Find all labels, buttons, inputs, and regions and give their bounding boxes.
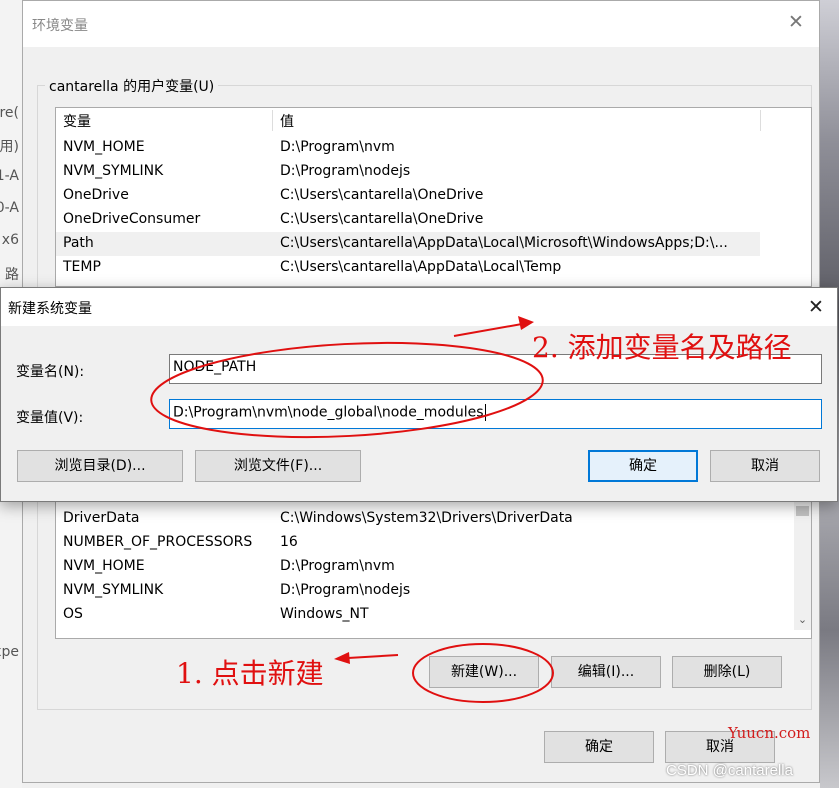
variable-value-value: D:\Program\nvm\node_global\node_modules: [173, 404, 484, 421]
variable-value-label: 变量值(V):: [16, 410, 84, 426]
variable-value: D:\Program\nodejs: [280, 582, 411, 598]
text-caret: [484, 404, 486, 421]
bg-text-fragment: 01-A: [0, 168, 19, 184]
table-row[interactable]: OneDrive C:\Users\cantarella\OneDrive: [56, 184, 811, 208]
dialog-title: 新建系统变量: [8, 301, 92, 317]
bg-text-fragment: 路: [5, 267, 19, 283]
user-variables-group-label: cantarella 的用户变量(U): [45, 76, 219, 96]
table-row[interactable]: NVM_HOME D:\Program\nvm: [56, 136, 811, 160]
variable-name-value: NODE_PATH: [173, 359, 257, 375]
variable-name: DriverData: [63, 510, 140, 526]
variable-name: OneDriveConsumer: [63, 211, 201, 227]
watermark-credit: CSDN @cantarella: [666, 762, 793, 779]
table-row-selected[interactable]: Path C:\Users\cantarella\AppData\Local\M…: [56, 232, 760, 256]
variable-value: C:\Users\cantarella\OneDrive: [280, 211, 484, 227]
window-titlebar: 环境变量 ✕: [23, 1, 819, 47]
table-row[interactable]: NUMBER_OF_PROCESSORS 16: [56, 531, 811, 555]
browse-directory-button[interactable]: 浏览目录(D)...: [17, 450, 183, 482]
table-row[interactable]: OneDriveConsumer C:\Users\cantarella\One…: [56, 208, 811, 232]
variable-name: OS: [63, 606, 83, 622]
bg-text-fragment: ore(: [0, 105, 19, 121]
variable-value: C:\Users\cantarella\AppData\Local\Temp: [280, 259, 562, 275]
close-icon[interactable]: ✕: [805, 295, 827, 319]
variable-value-field[interactable]: D:\Program\nvm\node_global\node_modules: [169, 399, 822, 429]
variable-name: Path: [63, 235, 94, 251]
window-title: 环境变量: [32, 18, 88, 34]
variable-name: OneDrive: [63, 187, 129, 203]
column-divider: [272, 110, 273, 131]
bg-text-fragment: 0-A: [0, 200, 19, 216]
system-variables-list[interactable]: DriverData C:\Windows\System32\Drivers\D…: [55, 496, 812, 639]
variable-value: Windows_NT: [280, 606, 369, 622]
column-divider: [760, 110, 761, 131]
variable-name: NVM_HOME: [63, 139, 145, 155]
ok-button[interactable]: 确定: [544, 731, 654, 763]
vertical-scrollbar[interactable]: ⌄: [794, 500, 811, 630]
variable-value: D:\Program\nvm: [280, 558, 395, 574]
column-header-variable[interactable]: 变量: [63, 111, 91, 131]
table-row[interactable]: NVM_SYMLINK D:\Program\nodejs: [56, 579, 811, 603]
variable-name: NVM_SYMLINK: [63, 582, 164, 598]
scrollbar-thumb[interactable]: [796, 506, 809, 516]
annotation-step-2: 2. 添加变量名及路径: [532, 331, 792, 364]
bg-text-fragment: 用): [0, 139, 19, 155]
bg-text-fragment: xpe: [0, 644, 19, 660]
dialog-ok-button[interactable]: 确定: [588, 450, 698, 482]
new-system-variable-dialog: 新建系统变量 ✕ 变量名(N): NODE_PATH 变量值(V): D:\Pr…: [0, 287, 838, 502]
watermark-site: Yuucn.com: [728, 724, 811, 742]
annotation-step-1: 1. 点击新建: [176, 657, 324, 690]
variable-value: C:\Users\cantarella\OneDrive: [280, 187, 484, 203]
variable-name: TEMP: [63, 259, 101, 275]
table-row-partial[interactable]: [56, 627, 811, 638]
variable-value: 16: [280, 534, 298, 550]
variable-value: C:\Windows\System32\Drivers\DriverData: [280, 510, 573, 526]
variable-name: NUMBER_OF_PROCESSORS: [63, 534, 253, 550]
table-row[interactable]: TEMP C:\Users\cantarella\AppData\Local\T…: [56, 256, 811, 280]
dialog-titlebar: 新建系统变量 ✕: [1, 288, 837, 326]
variable-name: NVM_HOME: [63, 558, 145, 574]
variable-value: C:\Users\cantarella\AppData\Local\Micros…: [280, 235, 728, 251]
variable-value: D:\Program\nodejs: [280, 163, 411, 179]
browse-file-button[interactable]: 浏览文件(F)...: [195, 450, 361, 482]
edit-button[interactable]: 编辑(I)...: [551, 656, 661, 688]
table-row[interactable]: NVM_HOME D:\Program\nvm: [56, 555, 811, 579]
list-header: 变量 值: [56, 108, 811, 133]
variable-name-label: 变量名(N):: [16, 364, 85, 380]
chevron-down-icon[interactable]: ⌄: [794, 611, 811, 628]
user-variables-list[interactable]: 变量 值 NVM_HOME D:\Program\nvm NVM_SYMLINK…: [55, 107, 812, 287]
table-row[interactable]: OS Windows_NT: [56, 603, 811, 627]
table-row[interactable]: DriverData C:\Windows\System32\Drivers\D…: [56, 507, 811, 531]
delete-button[interactable]: 删除(L): [672, 656, 782, 688]
new-button[interactable]: 新建(W)...: [429, 656, 539, 688]
table-row[interactable]: NVM_SYMLINK D:\Program\nodejs: [56, 160, 811, 184]
bg-text-fragment: F x6: [0, 232, 19, 248]
variable-value: D:\Program\nvm: [280, 139, 395, 155]
column-header-value[interactable]: 值: [280, 111, 294, 131]
close-icon[interactable]: ✕: [785, 11, 807, 33]
dialog-cancel-button[interactable]: 取消: [710, 450, 820, 482]
variable-name: NVM_SYMLINK: [63, 163, 164, 179]
